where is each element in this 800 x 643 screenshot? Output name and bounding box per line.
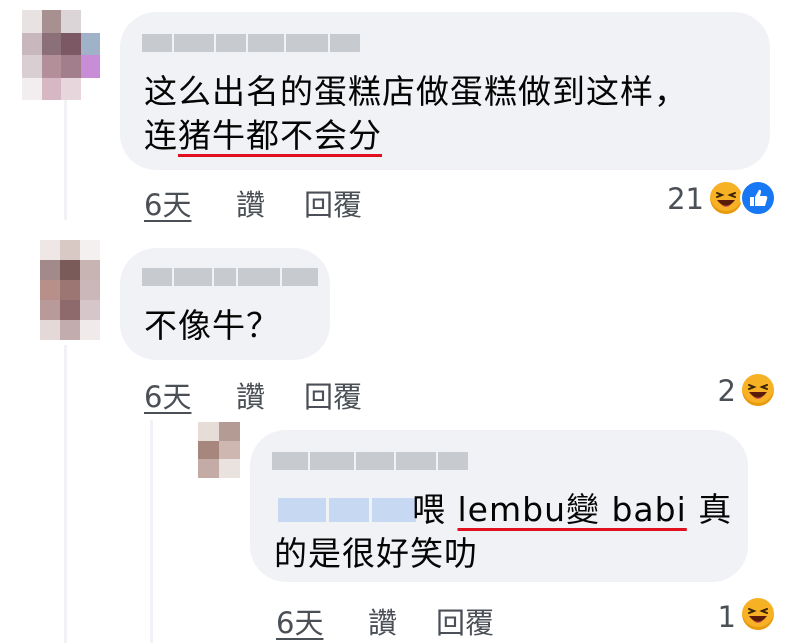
thread-line	[150, 420, 153, 643]
comment-bubble: 这么出名的蛋糕店做蛋糕做到这样， 连猪牛都不会分	[120, 12, 770, 170]
comment-time-link[interactable]: 6天	[144, 182, 191, 224]
reply-button[interactable]: 回覆	[304, 374, 362, 416]
comment-time-link[interactable]: 6天	[276, 600, 323, 642]
thread-line	[64, 345, 67, 643]
haha-icon	[740, 372, 776, 408]
avatar[interactable]	[22, 10, 100, 100]
underlined-text: 猪牛都不会分	[178, 116, 382, 155]
avatar[interactable]	[198, 422, 240, 478]
like-button[interactable]: 讚	[368, 600, 397, 642]
haha-icon	[708, 180, 744, 216]
reply-button[interactable]: 回覆	[304, 182, 362, 224]
like-button[interactable]: 讚	[236, 374, 265, 416]
comment-text: 喂 lembu變 babi 真 的是很好笑叻	[274, 490, 733, 573]
comment-bubble: 不像牛？	[120, 248, 330, 360]
reaction-count: 2	[717, 374, 736, 408]
like-button[interactable]: 讚	[236, 182, 265, 224]
comment-text: 不像牛？	[144, 306, 280, 345]
thread-line	[64, 100, 67, 220]
haha-icon	[740, 596, 776, 632]
commenter-name[interactable]	[142, 34, 360, 52]
reaction-count: 21	[667, 182, 704, 216]
commenter-name[interactable]	[142, 268, 318, 286]
comment-text: 这么出名的蛋糕店做蛋糕做到这样， 连猪牛都不会分	[144, 72, 688, 155]
underlined-text: lembu變 babi	[457, 490, 687, 529]
avatar[interactable]	[40, 240, 100, 340]
commenter-name[interactable]	[272, 452, 468, 470]
reaction-count: 1	[717, 600, 736, 634]
like-icon	[740, 180, 776, 216]
reply-button[interactable]: 回覆	[436, 600, 494, 642]
reply-bubble: 喂 lembu變 babi 真 的是很好笑叻	[250, 430, 748, 582]
comment-time-link[interactable]: 6天	[144, 374, 191, 416]
